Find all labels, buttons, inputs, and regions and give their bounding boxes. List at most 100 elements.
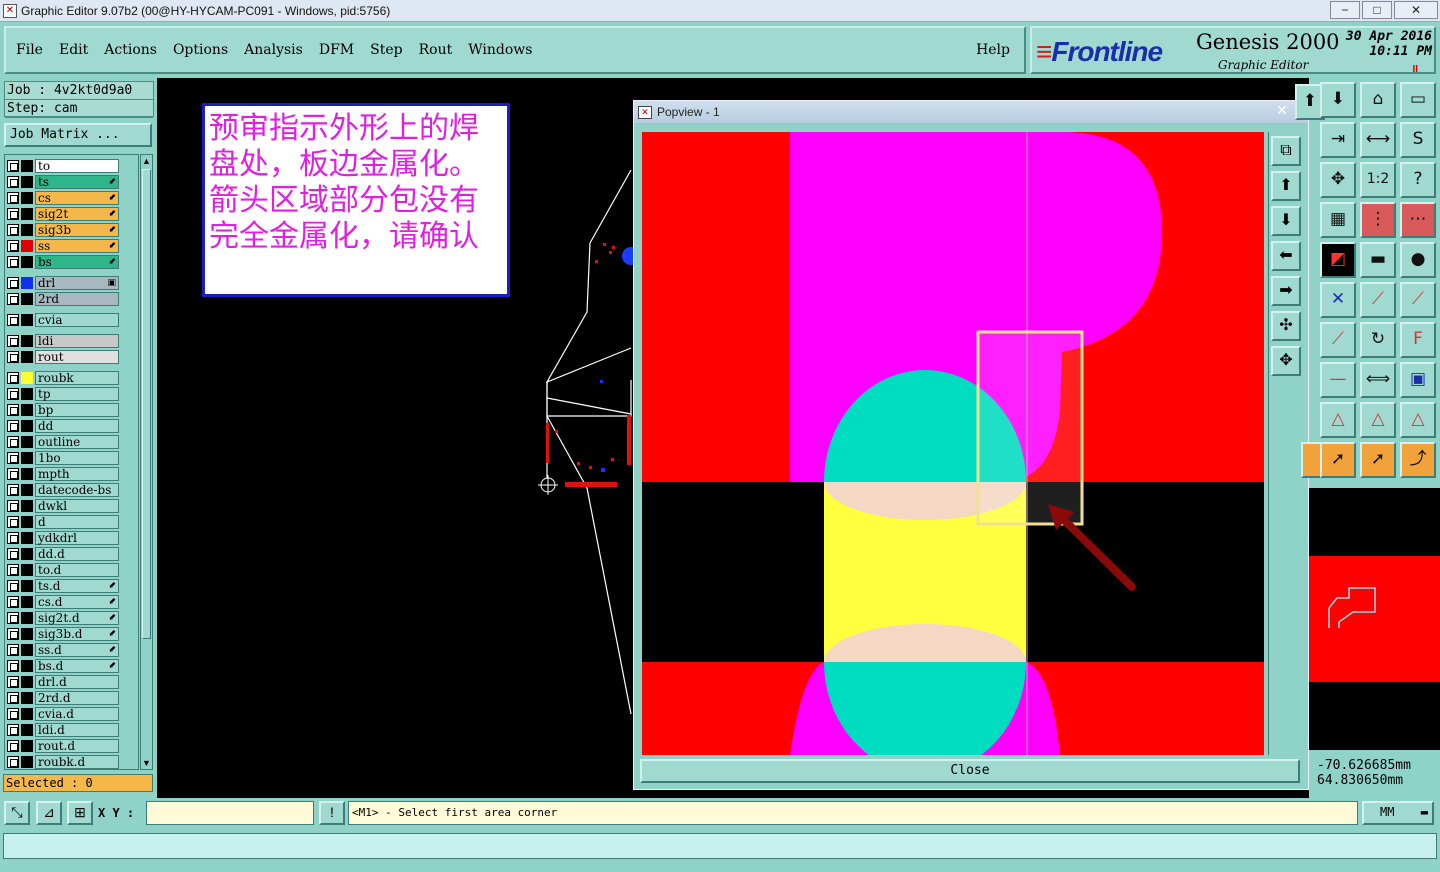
layer-name[interactable]: bs ⬋ — [35, 255, 119, 269]
message-field[interactable] — [3, 833, 1437, 859]
tool-angle-icon[interactable]: △ — [1320, 402, 1356, 438]
menu-windows[interactable]: Windows — [468, 42, 532, 58]
tool-mirror-icon[interactable]: ⟷ — [1360, 122, 1396, 158]
menu-file[interactable]: File — [16, 42, 43, 58]
tool-arc-icon[interactable]: ↻ — [1360, 322, 1396, 358]
layer-color-swatch[interactable] — [21, 516, 33, 528]
layer-color-swatch[interactable] — [21, 628, 33, 640]
layer-display-checkbox[interactable] — [7, 388, 19, 400]
layer-color-swatch[interactable] — [21, 612, 33, 624]
layer-name[interactable]: rout — [35, 350, 119, 364]
layer-name[interactable]: dwkl — [35, 499, 119, 513]
layer-display-checkbox[interactable] — [7, 612, 19, 624]
menu-help[interactable]: Help — [976, 42, 1010, 58]
layer-display-checkbox[interactable] — [7, 532, 19, 544]
layer-row[interactable]: 2rd — [7, 292, 127, 306]
layer-color-swatch[interactable] — [21, 532, 33, 544]
scroll-thumb[interactable] — [142, 169, 151, 639]
zoom-up-icon[interactable]: ⬆ — [1271, 171, 1301, 201]
layer-display-checkbox[interactable] — [7, 192, 19, 204]
layer-row[interactable]: ldi — [7, 334, 127, 348]
zoom-down-icon[interactable]: ⬇ — [1271, 206, 1301, 236]
layer-row[interactable]: ts ⬋ — [7, 175, 127, 189]
layer-display-checkbox[interactable] — [7, 277, 19, 289]
layer-row[interactable]: dd — [7, 419, 127, 433]
zoom-home-icon[interactable]: ⧉ — [1271, 136, 1301, 166]
layer-color-swatch[interactable] — [21, 224, 33, 236]
measure-icon[interactable]: ⊿ — [36, 801, 62, 825]
layer-display-checkbox[interactable] — [7, 256, 19, 268]
layer-color-swatch[interactable] — [21, 208, 33, 220]
layer-row[interactable]: dwkl — [7, 499, 127, 513]
layer-name[interactable]: cvia.d — [35, 707, 119, 721]
tool-hline-icon[interactable]: — — [1320, 362, 1356, 398]
layer-display-checkbox[interactable] — [7, 176, 19, 188]
layer-display-checkbox[interactable] — [7, 240, 19, 252]
minimize-button[interactable]: − — [1330, 1, 1360, 19]
layer-display-checkbox[interactable] — [7, 692, 19, 704]
popview-close-button[interactable]: Close — [640, 759, 1300, 783]
layer-color-swatch[interactable] — [21, 293, 33, 305]
layer-row[interactable]: dd.d — [7, 547, 127, 561]
overview-map[interactable] — [1309, 488, 1440, 750]
layer-name[interactable]: ts ⬋ — [35, 175, 119, 189]
layer-row[interactable]: drl ▣ — [7, 276, 127, 290]
layer-name[interactable]: roubk.d — [35, 755, 119, 769]
layer-name[interactable]: mpth — [35, 467, 119, 481]
layer-name[interactable]: ldi.d — [35, 723, 119, 737]
units-select[interactable]: MM ▬ — [1362, 801, 1434, 825]
layer-row[interactable]: bs.d ⬋ — [7, 659, 127, 673]
layer-row[interactable]: ss.d ⬋ — [7, 643, 127, 657]
layer-row[interactable]: roubk — [7, 371, 127, 385]
menu-options[interactable]: Options — [173, 42, 228, 58]
layer-row[interactable]: ss ⬋ — [7, 239, 127, 253]
tool-home-icon[interactable]: ⌂ — [1360, 82, 1396, 118]
tool-connect-icon[interactable]: ⋯ — [1400, 202, 1436, 238]
zoom-fit-icon[interactable]: ✣ — [1271, 311, 1301, 341]
layer-display-checkbox[interactable] — [7, 224, 19, 236]
layer-display-checkbox[interactable] — [7, 644, 19, 656]
layer-name[interactable]: ldi — [35, 334, 119, 348]
layer-name[interactable]: to — [35, 159, 119, 173]
layer-row[interactable]: datecode-bs — [7, 483, 127, 497]
layer-name[interactable]: datecode-bs — [35, 483, 119, 497]
tool-scale-icon[interactable]: 1:2 — [1360, 162, 1396, 198]
layer-display-checkbox[interactable] — [7, 160, 19, 172]
tool-measure-icon[interactable]: ⟺ — [1360, 362, 1396, 398]
layer-display-checkbox[interactable] — [7, 660, 19, 672]
layer-name[interactable]: ydkdrl — [35, 531, 119, 545]
layer-name[interactable]: ts.d ⬋ — [35, 579, 119, 593]
job-matrix-button[interactable]: Job Matrix ... — [4, 123, 152, 147]
layer-row[interactable]: rout — [7, 350, 127, 364]
tool-window-icon[interactable]: ▭ — [1400, 82, 1436, 118]
layer-row[interactable]: cs ⬋ — [7, 191, 127, 205]
layer-row[interactable]: to.d — [7, 563, 127, 577]
popview-canvas[interactable] — [642, 132, 1264, 755]
scroll-up-icon[interactable]: ▲ — [141, 155, 152, 167]
layer-name[interactable]: sig3b ⬋ — [35, 223, 119, 237]
layer-color-swatch[interactable] — [21, 314, 33, 326]
layer-row[interactable]: tp — [7, 387, 127, 401]
layer-row[interactable]: 1bo — [7, 451, 127, 465]
pan-left-icon[interactable]: ⬅ — [1271, 241, 1301, 271]
tool-move-icon[interactable]: ✥ — [1320, 162, 1356, 198]
menu-dfm[interactable]: DFM — [319, 42, 354, 58]
layer-display-checkbox[interactable] — [7, 628, 19, 640]
layer-display-checkbox[interactable] — [7, 564, 19, 576]
tool-angle3-icon[interactable]: △ — [1400, 402, 1436, 438]
layer-row[interactable]: cvia.d — [7, 707, 127, 721]
layer-name[interactable]: roubk — [35, 371, 119, 385]
layer-name[interactable]: 2rd.d — [35, 691, 119, 705]
layer-row[interactable]: ldi.d — [7, 723, 127, 737]
layer-color-swatch[interactable] — [21, 596, 33, 608]
tool-select-icon[interactable]: ➚ — [1320, 442, 1356, 478]
layer-row[interactable]: ydkdrl — [7, 531, 127, 545]
tool-ruler-icon[interactable]: ▬ — [1360, 242, 1396, 278]
layer-name[interactable]: cs ⬋ — [35, 191, 119, 205]
layer-name[interactable]: cs.d ⬋ — [35, 595, 119, 609]
layer-row[interactable]: roubk.d — [7, 755, 127, 769]
layer-display-checkbox[interactable] — [7, 335, 19, 347]
layer-name[interactable]: d — [35, 515, 119, 529]
tool-shapes-icon[interactable]: ▣ — [1400, 362, 1436, 398]
maximize-button[interactable]: □ — [1362, 1, 1392, 19]
